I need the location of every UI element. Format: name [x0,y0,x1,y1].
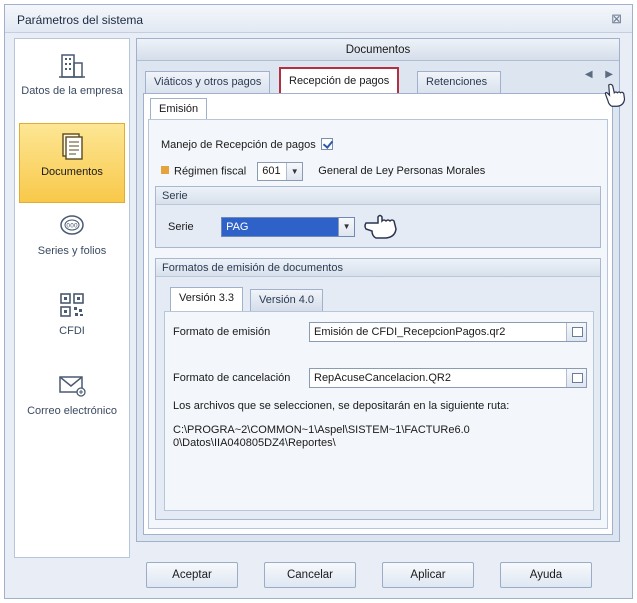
tab-viaticos[interactable]: Viáticos y otros pagos [145,71,271,93]
main-panel: Documentos Viáticos y otros pagos Recepc… [136,38,620,542]
browse-file-icon[interactable] [566,323,586,341]
manejo-checkbox[interactable] [320,138,333,150]
formato-cancelacion-field[interactable]: RepAcuseCancelacion.QR2 [309,368,587,388]
ruta-value: C:\PROGRA~2\COMMON~1\Aspel\SISTEM~1\FACT… [173,424,470,449]
cancelar-button[interactable]: Cancelar [264,562,356,588]
section-title: Documentos [137,39,619,61]
regimen-value: 601 [262,165,281,177]
sidebar-item-label: Correo electrónico [27,405,117,417]
version-panel: Formato de emisión Emisión de CFDI_Recep… [164,311,594,511]
tab-next-icon[interactable]: ▶ [605,69,613,80]
regimen-row: Régimen fiscal 601 ▼ General de Ley Pers… [161,162,485,181]
pointer-hand-icon [604,83,626,107]
footer-buttons: Aceptar Cancelar Aplicar Ayuda [136,548,620,588]
serie-label: Serie [168,220,194,233]
window-title: Parámetros del sistema [17,13,144,27]
regimen-label: Régimen fiscal [174,165,247,178]
manejo-row: Manejo de Recepción de pagos [161,138,333,151]
emision-panel: Manejo de Recepción de pagos Régimen fis… [148,119,608,529]
sidebar-item-documentos[interactable]: Documentos [19,123,125,203]
formato-emision-field[interactable]: Emisión de CFDI_RecepcionPagos.qr2 [309,322,587,342]
tab-prev-icon[interactable]: ◀ [585,69,593,80]
recepcion-pagos-panel: Emisión Manejo de Recepción de pagos Rég… [143,93,613,535]
manejo-label: Manejo de Recepción de pagos [161,139,316,151]
tab-retenciones[interactable]: Retenciones [417,71,501,93]
formato-cancelacion-label: Formato de cancelación [173,372,291,384]
qr-code-icon [60,293,84,317]
envelope-icon [59,376,86,397]
browse-file-icon[interactable] [566,369,586,387]
tab-row: Viáticos y otros pagos Recepción de pago… [143,67,613,93]
ruta-label: Los archivos que se seleccionen, se depo… [173,400,510,412]
tab-version-4-0[interactable]: Versión 4.0 [250,289,324,311]
sidebar-item-label: CFDI [59,325,85,337]
required-marker-icon [161,166,169,175]
tab-version-3-3[interactable]: Versión 3.3 [170,287,244,311]
sidebar-item-label: Documentos [41,166,103,178]
close-icon[interactable]: ⊠ [611,11,622,27]
aplicar-button[interactable]: Aplicar [382,562,474,588]
serie-group: Serie Serie PAG ▼ [155,186,601,248]
serie-group-title: Serie [156,187,600,205]
chevron-down-icon[interactable]: ▼ [286,163,303,180]
sidebar-item-label: Series y folios [37,245,107,257]
svg-text:000: 000 [66,223,78,230]
sidebar-item-label: Datos de la empresa [21,85,123,97]
sidebar-item-series-folios[interactable]: 000 Series y folios [19,203,125,283]
sidebar-item-datos-empresa[interactable]: Datos de la empresa [19,43,125,123]
formato-emision-label: Formato de emisión [173,326,271,338]
sidebar-item-cfdi[interactable]: CFDI [19,283,125,363]
series-icon: 000 [60,215,84,235]
title-bar: Parámetros del sistema ⊠ [5,5,632,33]
formato-cancelacion-value: RepAcuseCancelacion.QR2 [314,372,451,384]
formato-emision-value: Emisión de CFDI_RecepcionPagos.qr2 [314,326,506,338]
pointer-hand-icon [364,214,397,239]
subtab-emision[interactable]: Emisión [150,98,208,120]
chevron-down-icon[interactable]: ▼ [338,218,355,236]
building-icon [59,54,85,78]
serie-value: PAG [226,221,249,233]
serie-row: Serie PAG ▼ [168,217,356,237]
formatos-group: Formatos de emisión de documentos Versió… [155,258,601,520]
document-icon [62,133,83,160]
sidebar-item-correo[interactable]: Correo electrónico [19,363,125,443]
regimen-description: General de Ley Personas Morales [318,165,486,178]
regimen-select[interactable]: 601 ▼ [257,162,304,181]
version-tab-row: Versión 3.3 Versión 4.0 [164,287,592,313]
tab-recepcion-pagos[interactable]: Recepción de pagos [279,67,400,93]
serie-select[interactable]: PAG ▼ [221,217,356,237]
aceptar-button[interactable]: Aceptar [146,562,238,588]
tab-scroll-arrows: ◀ ▶ [575,69,613,80]
ayuda-button[interactable]: Ayuda [500,562,592,588]
sidebar: Datos de la empresa Documentos 000 Serie… [14,38,130,558]
formatos-group-title: Formatos de emisión de documentos [156,259,600,277]
